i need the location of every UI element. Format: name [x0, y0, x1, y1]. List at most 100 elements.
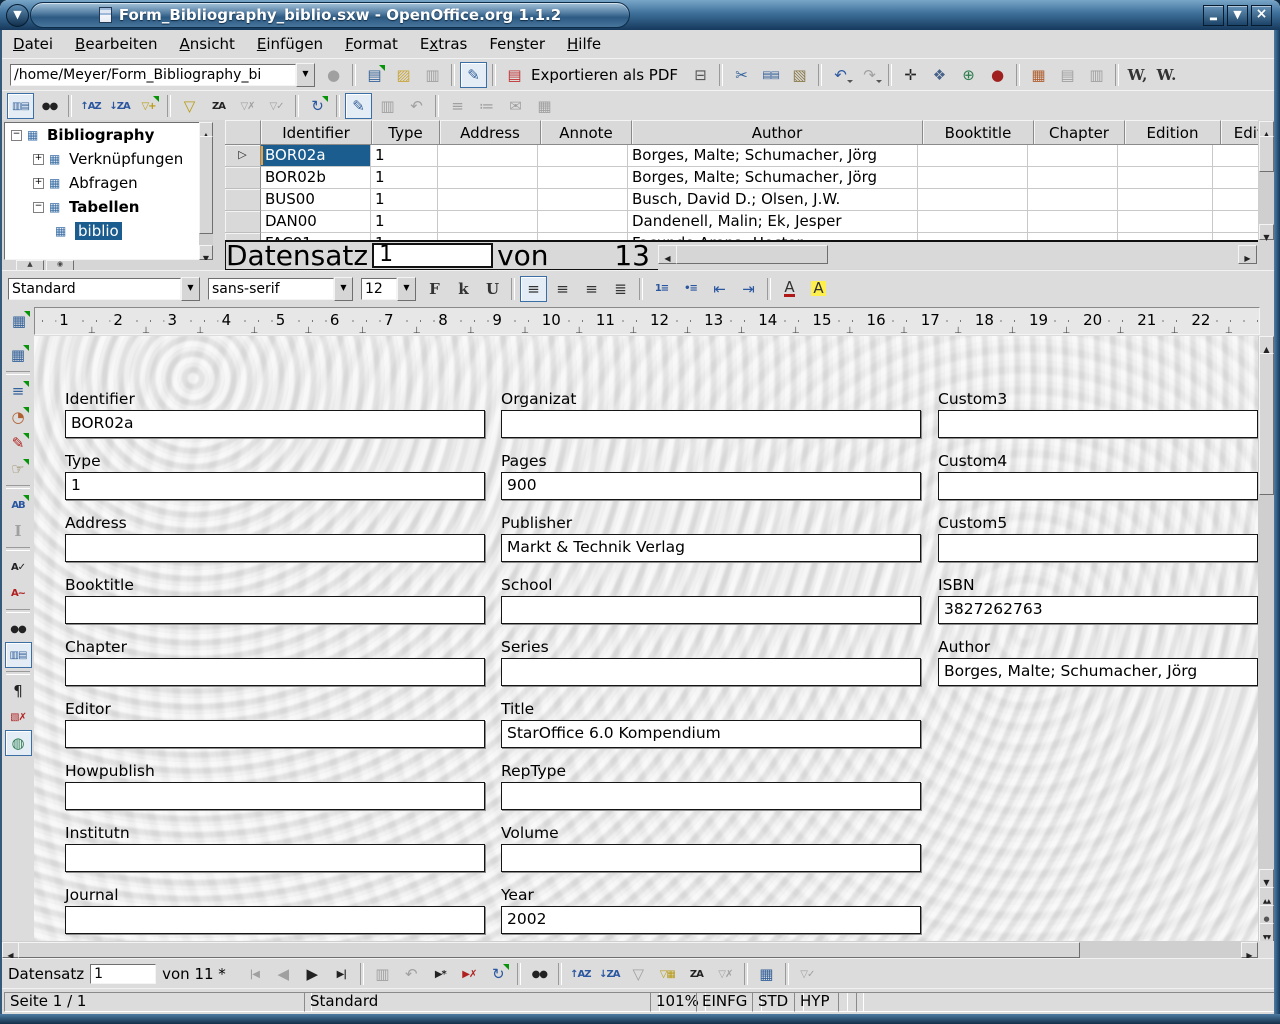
edit-file-icon[interactable]: ✎	[460, 62, 487, 88]
grid-cell[interactable]	[538, 189, 628, 211]
save-record-icon[interactable]: ▥	[369, 961, 396, 987]
sort-icon[interactable]: ZA	[683, 961, 710, 987]
grid-cell[interactable]	[438, 211, 538, 233]
record-changes-icon[interactable]: ●	[984, 62, 1011, 88]
window-menu-button[interactable]	[6, 4, 29, 27]
size-dropdown-icon[interactable]	[397, 277, 416, 301]
bullet-list-icon[interactable]: •≡	[677, 276, 704, 302]
graphics-onoff-icon[interactable]: ▧✗	[5, 704, 32, 730]
grid-vscrollbar[interactable]	[1258, 121, 1274, 240]
scroll-right-icon[interactable]	[1238, 245, 1257, 264]
find-record-icon[interactable]: ●●	[526, 961, 553, 987]
table-corner-icon[interactable]: ▦	[5, 308, 33, 334]
find-record-icon[interactable]: ●●	[36, 93, 63, 119]
url-input[interactable]	[10, 64, 296, 86]
grid-hscrollbar[interactable]	[657, 240, 1258, 269]
grid-cell[interactable]: DAN00	[261, 211, 371, 233]
scroll-left-icon[interactable]	[658, 245, 677, 264]
menu-hilfe[interactable]: Hilfe	[556, 33, 612, 55]
input-custom4[interactable]	[938, 472, 1258, 500]
apply-filter-icon[interactable]: ▽✓	[263, 93, 290, 119]
refresh-record-icon[interactable]: ↻	[485, 961, 512, 987]
decrease-indent-icon[interactable]: ⇤	[706, 276, 733, 302]
next-record-icon[interactable]: ▶	[299, 961, 326, 987]
column-header-editor[interactable]: Editor	[1221, 120, 1258, 145]
column-header-type[interactable]: Type	[372, 120, 440, 145]
input-journal[interactable]	[65, 906, 485, 934]
italic-icon[interactable]: k	[450, 276, 477, 302]
grid-cell[interactable]: Borges, Malte; Schumacher, Jörg	[628, 167, 918, 189]
tree-item-biblio[interactable]: ▦biblio	[5, 219, 199, 243]
grid-cell[interactable]	[1028, 145, 1118, 167]
tree-scrollbar[interactable]	[199, 122, 213, 260]
spellcheck-w-icon[interactable]: W,	[1124, 62, 1151, 88]
input-booktitle[interactable]	[65, 596, 485, 624]
font-size-input[interactable]	[361, 278, 397, 300]
cut-icon[interactable]: ✂	[728, 62, 755, 88]
row-selector[interactable]	[225, 189, 261, 211]
input-chapter[interactable]	[65, 658, 485, 686]
explorer-onoff-icon[interactable]: ▥▤	[7, 93, 34, 119]
previous-page-icon[interactable]	[1259, 887, 1274, 906]
column-header-annote[interactable]: Annote	[541, 120, 632, 145]
navigator-icon[interactable]: ✛	[897, 62, 924, 88]
scroll-thumb[interactable]	[1259, 353, 1274, 495]
prev-record-icon[interactable]: ◀	[270, 961, 297, 987]
sort-ascending-icon[interactable]: ↑AZ	[567, 961, 594, 987]
grid-cell[interactable]	[1213, 189, 1258, 211]
grid-cell[interactable]	[918, 167, 1028, 189]
grid-cell[interactable]	[1213, 211, 1258, 233]
input-address[interactable]	[65, 534, 485, 562]
document-hscrollbar[interactable]	[2, 941, 1258, 958]
column-header-identifier[interactable]: Identifier	[261, 120, 372, 145]
input-publisher[interactable]: Markt & Technik Verlag	[501, 534, 921, 562]
grid-record-input[interactable]: 1	[372, 243, 493, 268]
autotext-icon[interactable]: AB	[5, 492, 32, 518]
grid-cell[interactable]	[1118, 145, 1213, 167]
input-title[interactable]: StarOffice 6.0 Kompendium	[501, 720, 921, 748]
grid-cell[interactable]: 1	[371, 189, 438, 211]
grid-cell[interactable]	[1118, 189, 1213, 211]
maximize-button[interactable]	[1227, 5, 1248, 26]
menu-einfuegen[interactable]: Einfügen	[246, 33, 334, 55]
minimize-button[interactable]	[1203, 5, 1224, 26]
input-identifier[interactable]: BOR02a	[65, 410, 485, 438]
bold-icon[interactable]: F	[421, 276, 448, 302]
gallery-icon[interactable]: ▦	[1025, 62, 1052, 88]
data-sources-icon[interactable]: ▥▤	[5, 642, 32, 668]
style-dropdown-icon[interactable]	[181, 277, 200, 301]
stop-icon[interactable]: ●	[320, 62, 347, 88]
grid-cell[interactable]	[1028, 167, 1118, 189]
stylist-icon[interactable]: ❖	[926, 62, 953, 88]
grid-cell[interactable]	[1213, 145, 1258, 167]
draw-functions-icon[interactable]: ✎	[5, 430, 32, 456]
input-institutn[interactable]	[65, 844, 485, 872]
last-record-icon[interactable]: ▶|	[328, 961, 355, 987]
menu-datei[interactable]: Datei	[2, 33, 64, 55]
grid-cell[interactable]	[1028, 189, 1118, 211]
align-right-icon[interactable]: ≡	[578, 276, 605, 302]
new-record-icon[interactable]: ▶*	[427, 961, 454, 987]
grid-cell[interactable]: 1	[371, 211, 438, 233]
pdf-export-icon[interactable]: ▤	[501, 62, 528, 88]
paragraph-background-icon[interactable]	[834, 276, 861, 302]
input-reptype[interactable]	[501, 782, 921, 810]
underline-icon[interactable]: U	[479, 276, 506, 302]
scroll-up-icon[interactable]	[199, 122, 213, 137]
column-header-chapter[interactable]: Chapter	[1034, 120, 1125, 145]
align-justify-icon[interactable]: ≣	[607, 276, 634, 302]
grid-cell[interactable]	[538, 211, 628, 233]
remove-filter-icon[interactable]: ▽✗	[234, 93, 261, 119]
scroll-thumb[interactable]	[676, 245, 828, 264]
record-number-input[interactable]	[90, 964, 156, 984]
scroll-down-icon[interactable]	[1259, 869, 1274, 888]
font-name-input[interactable]	[208, 278, 334, 300]
collapse-panel-icon[interactable]: ▲	[16, 260, 44, 271]
insert-object-icon[interactable]: ◔	[5, 404, 32, 430]
current-datasource-icon[interactable]: ▦	[531, 93, 558, 119]
document-vscrollbar[interactable]	[1258, 336, 1274, 941]
scroll-up-icon[interactable]	[1259, 121, 1274, 137]
grid-cell[interactable]	[918, 145, 1028, 167]
online-layout-icon[interactable]: ◍	[5, 730, 32, 756]
row-selector[interactable]	[225, 145, 261, 167]
